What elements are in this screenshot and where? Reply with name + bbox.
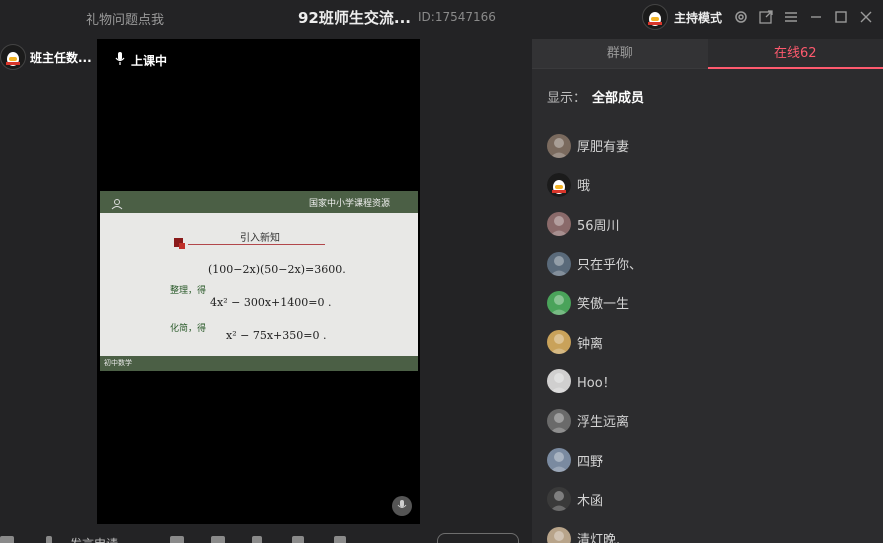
slide-note-2: 化简，得	[170, 324, 207, 334]
member-avatar	[547, 448, 571, 473]
slide-equation-3: x² − 75x+350=0 .	[226, 329, 327, 342]
microphone-icon	[115, 52, 125, 69]
raise-hand-icon[interactable]	[46, 536, 52, 543]
member-name: 清灯晚.	[577, 533, 621, 543]
slide-note-1: 整理，得	[170, 286, 207, 296]
music-icon[interactable]	[334, 536, 346, 543]
member-avatar	[547, 290, 571, 315]
slide-heading-underline	[188, 244, 325, 245]
bottom-toolbar: 发言申请	[0, 530, 530, 543]
gift-help-link[interactable]: 礼物问题点我	[86, 9, 164, 28]
tab-group-chat[interactable]: 群聊	[532, 39, 708, 68]
member-name: 哦	[577, 179, 591, 195]
side-tabs: 群聊 在线62	[532, 39, 883, 69]
slide-header: 国家中小学课程资源	[100, 191, 418, 213]
member-item[interactable]: 四野	[547, 440, 642, 479]
member-item[interactable]: 木函	[547, 480, 642, 519]
member-avatar	[547, 133, 571, 158]
member-avatar	[547, 251, 571, 276]
slide-heading: 引入新知	[240, 233, 280, 244]
host-mode-label: 主持模式	[674, 10, 723, 25]
slide-logo-icon	[111, 195, 123, 214]
member-name: 钟离	[577, 336, 604, 352]
menu-icon[interactable]	[783, 9, 799, 25]
member-name: 木函	[577, 493, 604, 509]
member-name: 只在乎你、	[577, 258, 643, 274]
member-item[interactable]: 清灯晚.	[547, 519, 642, 543]
member-item[interactable]: 哦	[547, 165, 642, 204]
tab-online[interactable]: 在线62	[707, 39, 883, 69]
presenter-badge[interactable]: 班主任数...	[0, 44, 92, 70]
host-mode[interactable]: 主持模式	[642, 4, 722, 30]
video-stage[interactable]: 上课中 国家中小学课程资源 引入新知 (100−2x)(50−2x)=3600.…	[97, 39, 420, 524]
member-name: 厚肥有妻	[577, 140, 630, 156]
member-name: 浮生远离	[577, 415, 630, 431]
slide-equation-1: (100−2x)(50−2x)=3600.	[208, 263, 346, 276]
member-name: Hoo！	[577, 375, 616, 391]
gear-icon[interactable]	[733, 9, 749, 25]
mic-toggle-icon[interactable]	[392, 496, 412, 516]
pen-icon[interactable]	[292, 536, 304, 543]
member-avatar	[547, 172, 571, 197]
screen-share-icon[interactable]	[211, 536, 225, 543]
member-item[interactable]: 浮生远离	[547, 401, 642, 440]
slide-footer: 初中数学	[100, 356, 418, 371]
member-list: 厚肥有妻哦 56周川只在乎你、笑傲一生钟离 Hoo！ 浮生远离四野木函清灯晚.	[547, 126, 642, 543]
member-name: 笑傲一生	[577, 297, 630, 313]
member-item[interactable]: 56周川	[547, 205, 642, 244]
popout-icon[interactable]	[758, 9, 774, 25]
member-item[interactable]: Hoo！	[547, 362, 642, 401]
window-controls	[733, 9, 874, 25]
member-avatar	[547, 526, 571, 543]
room-title: 92班师生交流...	[298, 9, 411, 27]
close-icon[interactable]	[858, 9, 874, 25]
user-icon[interactable]	[252, 536, 262, 543]
camera-icon[interactable]	[170, 536, 184, 543]
member-item[interactable]: 钟离	[547, 322, 642, 361]
member-filter-value: 全部成员	[592, 91, 645, 106]
live-status-label: 上课中	[131, 54, 168, 68]
minimize-icon[interactable]	[808, 9, 824, 25]
member-filter[interactable]: 显示： 全部成员	[547, 87, 644, 106]
room-id: ID:17547166	[418, 10, 496, 24]
member-avatar	[547, 369, 571, 394]
slide-bullet-mark-accent	[179, 243, 185, 249]
slide-brand: 国家中小学课程资源	[308, 199, 390, 209]
member-avatar	[547, 330, 571, 355]
end-class-button[interactable]	[437, 533, 519, 543]
member-item[interactable]: 厚肥有妻	[547, 126, 642, 165]
member-name: 四野	[577, 454, 604, 470]
member-name: 56周川	[577, 218, 620, 234]
speaker-icon[interactable]	[0, 536, 14, 543]
shared-slide: 国家中小学课程资源 引入新知 (100−2x)(50−2x)=3600. 整理，…	[100, 191, 418, 371]
member-avatar	[547, 408, 571, 433]
apply-speak-button[interactable]: 发言申请	[70, 535, 118, 543]
member-item[interactable]: 笑傲一生	[547, 283, 642, 322]
member-avatar	[547, 487, 571, 512]
member-item[interactable]: 只在乎你、	[547, 244, 642, 283]
title-bar: 礼物问题点我 92班师生交流... ID:17547166 主持模式	[0, 0, 883, 36]
live-status: 上课中	[115, 52, 167, 69]
host-avatar	[642, 4, 668, 30]
member-avatar	[547, 212, 571, 237]
side-panel: 群聊 在线62 显示： 全部成员 厚肥有妻哦 56周川只在乎你、笑傲一生钟离 Hoo！…	[532, 39, 883, 543]
presenter-avatar	[0, 44, 26, 70]
maximize-icon[interactable]	[833, 9, 849, 25]
member-filter-label: 显示：	[547, 91, 587, 106]
slide-tag: 初中数学	[104, 359, 132, 367]
slide-equation-2: 4x² − 300x+1400=0 .	[210, 296, 332, 309]
presenter-name: 班主任数...	[30, 50, 92, 65]
